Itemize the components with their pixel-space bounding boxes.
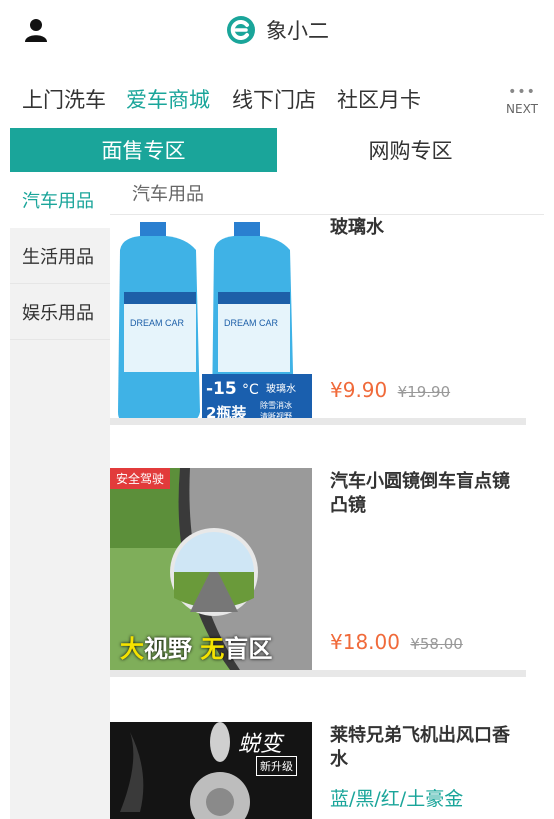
nav-item-offline-stores[interactable]: 线下门店 (232, 84, 316, 114)
product-price: ¥18.00 ¥58.00 (330, 630, 463, 654)
current-price: ¥9.90 (330, 378, 388, 402)
category-nav: 上门洗车 爱车商城 线下门店 社区月卡 (0, 72, 554, 124)
product-title[interactable]: 莱特兄弟飞机出风口香水 (330, 724, 526, 772)
product-title[interactable]: 汽车小圆镜倒车盲点镜凸镜 (330, 470, 526, 518)
product-price: ¥9.90 ¥19.90 (330, 378, 450, 402)
original-price: ¥58.00 (410, 635, 463, 653)
sidebar-item-entertainment[interactable]: 娱乐用品 (10, 284, 110, 340)
product-card[interactable]: 蜕变 新升级 莱特兄弟飞机出风口香水 蓝/黑/红/土豪金 (110, 722, 526, 819)
category-sidebar: 汽车用品 生活用品 娱乐用品 (10, 172, 110, 819)
zone-tabs: 面售专区 网购专区 (10, 128, 544, 172)
promo-unit: °C (242, 382, 259, 398)
slogan-part: 视野 (144, 635, 192, 663)
product-image-washer-fluid[interactable]: DREAM CAR DREAM CAR -15 °C 玻璃水 2瓶装 除雪消冰 … (110, 222, 312, 424)
bottle-label-text: DREAM CAR (130, 318, 185, 328)
nav-item-car-mall[interactable]: 爱车商城 (126, 84, 210, 114)
product-card[interactable]: 安全驾驶 大视野 无盲区 汽车小圆镜倒车盲点镜凸镜 ¥18.00 ¥58.00 (110, 468, 526, 684)
nav-item-community-card[interactable]: 社区月卡 (337, 84, 421, 114)
safety-tag: 安全驾驶 (110, 468, 171, 489)
product-card[interactable]: DREAM CAR DREAM CAR -15 °C 玻璃水 2瓶装 除雪消冰 … (110, 214, 526, 430)
tab-online-shopping[interactable]: 网购专区 (277, 128, 544, 172)
top-bar: 象小二 (0, 0, 554, 60)
product-divider (110, 670, 526, 677)
brand-logo-icon (227, 16, 255, 44)
original-price: ¥19.90 (397, 383, 451, 401)
section-title: 汽车用品 (132, 184, 204, 205)
product-list: 汽车用品 DREAM CAR DREAM CAR -15 °C 玻璃水 2瓶装 … (110, 172, 544, 819)
promo-temp: -15 (206, 379, 237, 399)
bottle-label-text: DREAM CAR (224, 318, 279, 328)
promo-type: 玻璃水 (266, 382, 296, 395)
current-price: ¥18.00 (330, 630, 400, 654)
product-subtitle: 蓝/黑/红/土豪金 (330, 788, 464, 810)
more-dots-icon: ••• (508, 84, 536, 100)
tab-in-store-sales[interactable]: 面售专区 (10, 128, 277, 172)
next-label: NEXT (506, 102, 538, 116)
brand: 象小二 (226, 14, 329, 46)
product-title[interactable]: 玻璃水 (330, 216, 526, 240)
promo-feature-1: 除雪消冰 (260, 400, 292, 410)
product-image-air-freshener[interactable]: 蜕变 新升级 (110, 722, 312, 819)
nav-item-home-wash[interactable]: 上门洗车 (22, 84, 106, 114)
product-divider (110, 418, 526, 425)
image-slogan: 大视野 无盲区 (120, 629, 272, 664)
upgrade-tag: 新升级 (256, 756, 297, 776)
app-title: 象小二 (266, 19, 329, 43)
image-calligraphy: 蜕变 (238, 732, 283, 757)
slogan-part: 大 (120, 635, 144, 663)
product-image-blind-spot-mirror[interactable]: 安全驾驶 大视野 无盲区 (110, 468, 312, 670)
next-button[interactable]: ••• NEXT (497, 84, 547, 120)
slogan-part: 无 (200, 635, 225, 663)
sidebar-item-car-supplies[interactable]: 汽车用品 (10, 172, 110, 228)
sidebar-item-life-supplies[interactable]: 生活用品 (10, 228, 110, 284)
slogan-part: 盲区 (224, 635, 273, 663)
user-icon[interactable] (22, 16, 50, 44)
